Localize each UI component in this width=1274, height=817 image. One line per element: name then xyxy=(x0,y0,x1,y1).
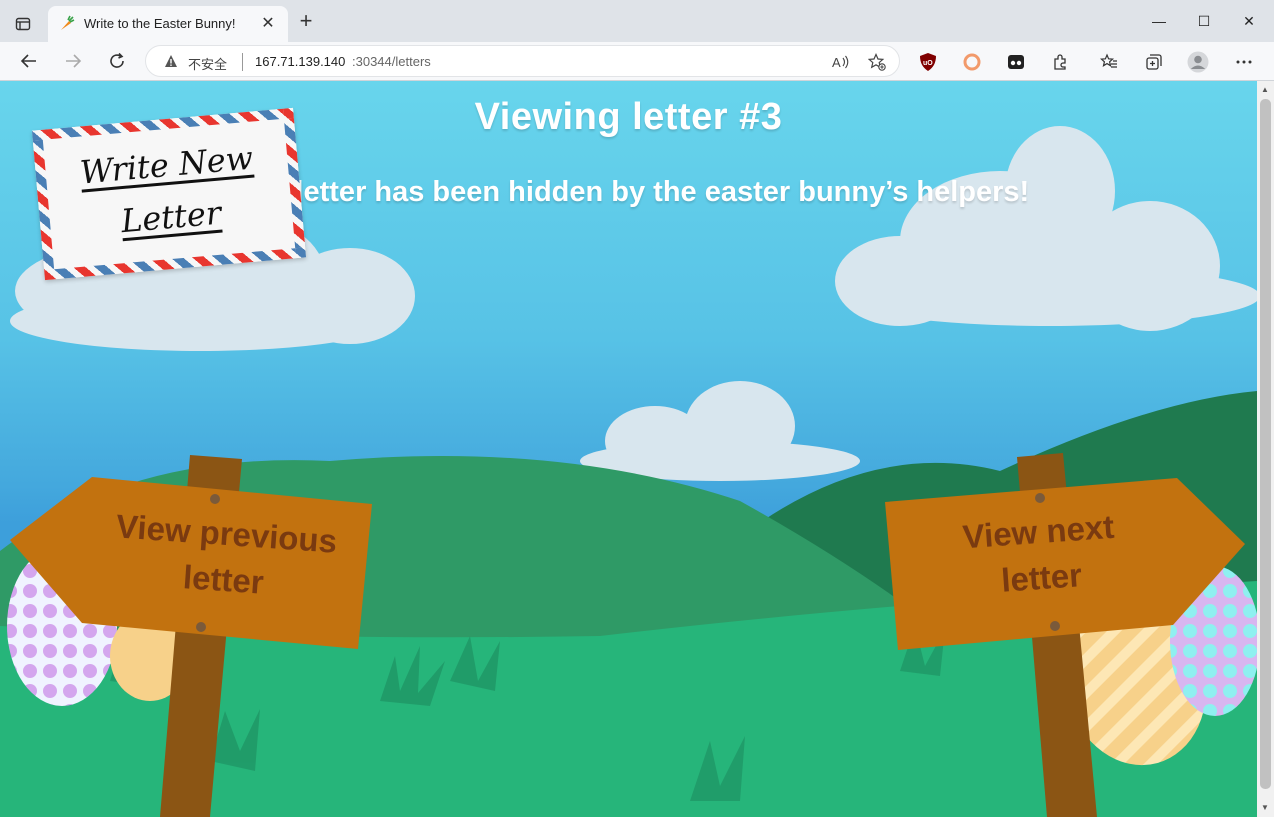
carrot-favicon xyxy=(58,15,76,33)
view-previous-sign[interactable] xyxy=(10,447,390,817)
warning-icon[interactable] xyxy=(164,54,178,68)
svg-text:A: A xyxy=(832,55,841,70)
url-path[interactable]: :30344/letters xyxy=(352,54,431,69)
favorite-add-icon[interactable] xyxy=(867,52,887,72)
divider xyxy=(242,53,243,71)
nail-icon xyxy=(196,622,206,632)
close-window-button[interactable]: ✕ xyxy=(1234,10,1264,32)
svg-text:uO: uO xyxy=(923,60,933,67)
write-new-line-2: Letter xyxy=(119,193,223,241)
back-icon[interactable] xyxy=(16,48,42,74)
write-new-line-1: Write New xyxy=(78,138,255,192)
collections-icon[interactable] xyxy=(1143,51,1165,73)
view-next-sign[interactable] xyxy=(875,447,1255,817)
cloud-right xyxy=(835,126,1257,331)
extension-dots-icon[interactable] xyxy=(1005,51,1027,73)
new-tab-button[interactable]: + xyxy=(296,10,316,32)
tab-title: Write to the Easter Bunny! xyxy=(84,16,236,31)
favorites-icon[interactable] xyxy=(1098,51,1120,73)
next-line-2: letter xyxy=(1000,556,1084,599)
nail-icon xyxy=(1035,493,1045,503)
ublock-icon[interactable]: uO xyxy=(917,51,939,73)
nail-icon xyxy=(1050,621,1060,631)
page-viewport: Viewing letter #3 This letter has been h… xyxy=(0,81,1257,817)
profile-icon[interactable] xyxy=(1187,51,1209,73)
read-aloud-icon[interactable]: A xyxy=(831,52,851,72)
vertical-scrollbar[interactable]: ▲ ▼ xyxy=(1257,81,1274,817)
address-bar[interactable]: 不安全 167.71.139.140 :30344/letters A xyxy=(145,45,900,77)
maximize-button[interactable]: ☐ xyxy=(1189,10,1219,32)
nail-icon xyxy=(210,494,220,504)
scrollbar-thumb[interactable] xyxy=(1260,99,1271,789)
url-host[interactable]: 167.71.139.140 xyxy=(255,54,345,69)
browser-toolbar: 不安全 167.71.139.140 :30344/letters A uO xyxy=(0,42,1274,81)
previous-line-2: letter xyxy=(181,558,265,601)
scroll-down-icon[interactable]: ▼ xyxy=(1261,803,1269,812)
tab-strip: Write to the Easter Bunny! ✕ + — ☐ ✕ xyxy=(0,0,1274,42)
tab-close-icon[interactable]: ✕ xyxy=(258,14,278,34)
sidebar-icon[interactable] xyxy=(10,11,36,37)
next-line-1: View next xyxy=(961,507,1116,556)
write-new-letter-button[interactable]: Write New Letter xyxy=(31,107,307,281)
browser-tab[interactable]: Write to the Easter Bunny! ✕ xyxy=(48,6,288,42)
forward-icon[interactable] xyxy=(60,48,86,74)
more-icon[interactable] xyxy=(1233,51,1255,73)
write-new-letter-label: Write New Letter xyxy=(44,129,294,254)
cloud-middle xyxy=(580,381,860,481)
security-label[interactable]: 不安全 xyxy=(188,54,227,73)
minimize-button[interactable]: — xyxy=(1144,10,1174,32)
scroll-up-icon[interactable]: ▲ xyxy=(1261,85,1269,94)
view-next-label[interactable]: View next letter xyxy=(902,500,1178,611)
reload-icon[interactable] xyxy=(104,48,130,74)
extensions-icon[interactable] xyxy=(1049,51,1071,73)
extension-circle-icon[interactable] xyxy=(961,51,983,73)
